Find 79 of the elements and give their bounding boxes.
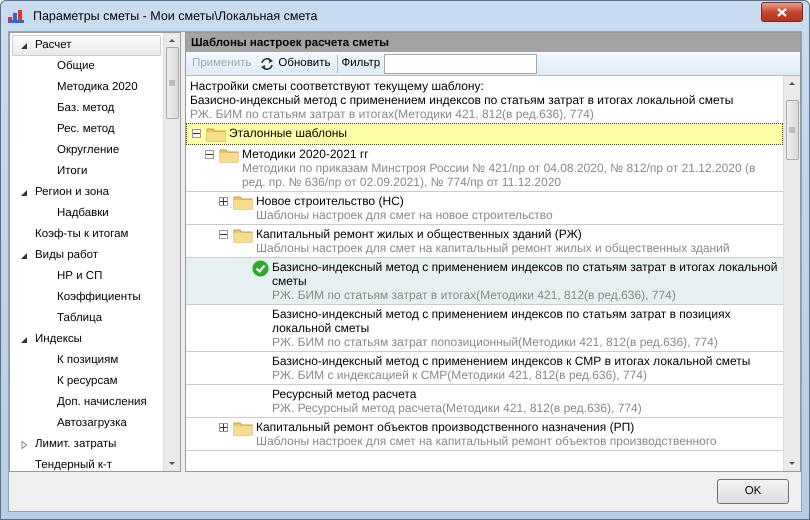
close-icon	[777, 8, 787, 16]
row-description: РЖ. Ресурсный метод расчета(Методики 421, 812(в ред.636), 774)	[272, 401, 642, 415]
sidebar-item[interactable]: Виды работ	[12, 245, 161, 266]
ok-button[interactable]: OK	[717, 479, 789, 504]
folder-row[interactable]: Эталонные шаблоны	[186, 123, 783, 145]
grip-icon	[789, 127, 795, 133]
grip-icon	[169, 80, 175, 86]
row-title: Базисно-индексный метод с применением индексов к СМР в итогах локальной сметы	[272, 354, 750, 368]
collapse-icon	[220, 231, 227, 238]
expanded-arrow-icon	[20, 42, 28, 50]
refresh-button[interactable]: Обновить	[257, 54, 332, 72]
template-row[interactable]: Базисно-индексный метод с применением индексов по статьям затрат в позициях локальной сметы РЖ. БИМ по статьям затрат попозиционный(Методики 421, 812(в ред.636), 774)	[186, 305, 783, 352]
folder-icon	[206, 126, 226, 142]
sidebar-item[interactable]: Доп. начисления	[12, 392, 161, 413]
row-title: Эталонные шаблоны	[229, 126, 348, 140]
row-description: Шаблоны настроек для смет на капитальный ремонт жилых и общественных зданий	[256, 241, 730, 255]
sidebar-item[interactable]: Коэф-ты к итогам	[12, 224, 161, 245]
folder-row[interactable]: Капитальный ремонт объектов производственного назначения (РП) Шаблоны настроек для смет на капитальный ремонт объектов производственного	[186, 418, 783, 451]
sidebar-item[interactable]: Коэффициенты	[12, 287, 161, 308]
sidebar-item[interactable]: Округление	[12, 140, 161, 161]
row-title: Методики 2020-2021 гг	[242, 147, 370, 161]
row-title: Базисно-индексный метод с применением индексов по статьям затрат в итогах локальной сметы	[272, 260, 778, 288]
filter-field[interactable]	[384, 54, 538, 74]
collapse-icon	[206, 151, 213, 158]
collapse-icon	[193, 130, 200, 137]
folder-row[interactable]: Методики 2020-2021 гг Методики по приказам Минстроя России № 421/пр от 04.08.2020, № 812/пр от 21.12.2020 (в ред. пр. № 636/пр от 02.09.2021), № 774/пр от 11.12.2020	[186, 145, 783, 192]
scrollbar[interactable]	[783, 76, 800, 471]
row-title: Ресурсный метод расчета	[272, 387, 418, 401]
row-description: РЖ. БИМ с индексацией к СМР(Методики 421, 812(в ред.636), 774)	[272, 368, 648, 382]
sidebar-item[interactable]: Надбавки	[12, 203, 161, 224]
filter-label: Фильтр	[342, 56, 380, 71]
expand-icon	[220, 198, 227, 205]
folder-icon	[233, 227, 253, 243]
row-title: Новое строительство (НС)	[256, 194, 405, 208]
expand-icon	[220, 424, 227, 431]
collapsed-arrow-icon	[20, 440, 28, 448]
row-description: РЖ. БИМ по статьям затрат в итогах(Методики 421, 812(в ред.636), 774)	[272, 288, 677, 302]
current-template-name: Базисно-индексный метод с применением индексов по статьям затрат в итогах локальной сметы	[190, 93, 734, 107]
sidebar-item[interactable]: Расчет	[12, 35, 161, 56]
app-icon	[7, 8, 25, 24]
panel-title: Шаблоны настроек расчета сметы	[186, 33, 800, 52]
sidebar-item[interactable]: К ресурсам	[12, 371, 161, 392]
sidebar-item[interactable]: Общие	[12, 56, 161, 77]
folder-icon	[219, 147, 239, 163]
row-title: Капитальный ремонт жилых и общественных зданий (РЖ)	[256, 227, 583, 241]
expanded-arrow-icon	[20, 188, 28, 196]
template-row[interactable]: Базисно-индексный метод с применением индексов по статьям затрат в итогах локальной сметы РЖ. БИМ по статьям затрат в итогах(Методики 421, 812(в ред.636), 774)	[186, 258, 783, 305]
sidebar-item[interactable]: Рес. метод	[12, 119, 161, 140]
expanded-arrow-icon	[20, 252, 28, 260]
sidebar-item[interactable]: Баз. метод	[12, 98, 161, 119]
folder-row[interactable]: Новое строительство (НС) Шаблоны настроек для смет на новое строительство	[186, 192, 783, 225]
current-template-heading: Настройки сметы соответствуют текущему шаблону:	[190, 79, 485, 93]
sidebar-item[interactable]: Индексы	[12, 329, 161, 350]
close-button[interactable]	[761, 2, 803, 22]
folder-icon	[233, 194, 253, 210]
expanded-arrow-icon	[20, 336, 28, 344]
sidebar-item[interactable]: К позициям	[12, 350, 161, 371]
window-title: Параметры сметы - Мои сметы\Локальная смета	[33, 8, 318, 25]
row-title: Базисно-индексный метод с применением индексов по статьям затрат в позициях локальной сметы	[272, 307, 732, 335]
sidebar-item[interactable]: Итоги	[12, 161, 161, 182]
sidebar-item[interactable]: Тендерный к-т	[12, 455, 161, 476]
current-template-description: РЖ. БИМ по статьям затрат в итогах(Методики 421, 812(в ред.636), 774)	[190, 107, 595, 121]
scrollbar[interactable]	[163, 33, 180, 471]
sidebar-item[interactable]: Регион и зона	[12, 182, 161, 203]
row-description: Шаблоны настроек для смет на новое строительство	[256, 208, 553, 222]
row-description: Методики по приказам Минстроя России № 421/пр от 04.08.2020, № 812/пр от 21.12.2020 (в ред. пр. № 636/пр от 02.09.2021), № 774/пр от 11.12.2020	[242, 161, 756, 189]
template-row[interactable]: Базисно-индексный метод с применением индексов к СМР в итогах локальной сметы РЖ. БИМ с индексацией к СМР(Методики 421, 812(в ред.636), 774)	[186, 352, 783, 385]
check-icon	[252, 260, 269, 277]
row-title: Капитальный ремонт объектов производственного назначения (РП)	[256, 420, 636, 434]
refresh-icon	[259, 56, 276, 70]
sidebar-item[interactable]: Методика 2020	[12, 77, 161, 98]
sidebar-item[interactable]: Таблица	[12, 308, 161, 329]
sidebar-item[interactable]: Автозагрузка	[12, 413, 161, 434]
sidebar-item[interactable]: Лимит. затраты	[12, 434, 161, 455]
folder-icon	[233, 420, 253, 436]
sidebar-item[interactable]: НР и СП	[12, 266, 161, 287]
row-description: Шаблоны настроек для смет на капитальный ремонт объектов производственного	[256, 434, 717, 448]
row-description: РЖ. БИМ по статьям затрат попозиционный(Методики 421, 812(в ред.636), 774)	[272, 335, 719, 349]
template-row[interactable]: Ресурсный метод расчета РЖ. Ресурсный метод расчета(Методики 421, 812(в ред.636), 774)	[186, 385, 783, 418]
